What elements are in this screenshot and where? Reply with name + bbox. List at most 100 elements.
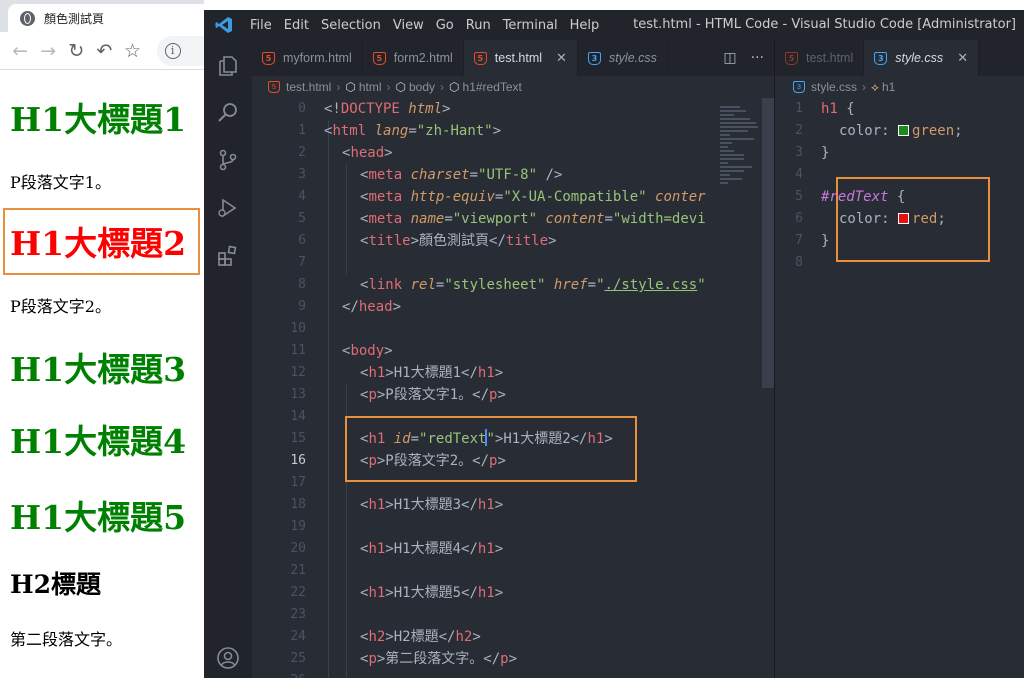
breadcrumb-item[interactable]: body <box>409 80 435 94</box>
highlight-box-browser <box>3 208 200 275</box>
code-line: <p>第二段落文字。</p> <box>360 651 518 667</box>
undo-icon[interactable]: ↶ <box>90 36 118 66</box>
page-heading-h2: H2標題 <box>10 570 102 599</box>
source-control-icon[interactable] <box>216 148 240 172</box>
vscode-titlebar: File Edit Selection View Go Run Terminal… <box>204 10 1024 40</box>
code-line: <!DOCTYPE html> <box>324 101 451 117</box>
line-number: 8 <box>795 255 803 270</box>
line-number: 25 <box>290 651 306 666</box>
line-number: 1 <box>795 101 803 116</box>
code-line: } <box>821 145 830 161</box>
menu-go[interactable]: Go <box>430 18 460 33</box>
browser-tab[interactable]: 顏色測試頁 <box>8 4 204 32</box>
menu-help[interactable]: Help <box>564 18 606 33</box>
chevron-right-icon: › <box>440 80 445 94</box>
color-swatch-green[interactable] <box>898 125 910 136</box>
menu-run[interactable]: Run <box>460 18 497 33</box>
breadcrumb-item[interactable]: test.html <box>286 80 331 94</box>
menu-selection[interactable]: Selection <box>315 18 387 33</box>
tab-style-css[interactable]: 3 style.css <box>578 40 668 76</box>
breadcrumb-item[interactable]: html <box>359 80 382 94</box>
line-number: 26 <box>252 670 306 678</box>
chevron-right-icon: › <box>862 80 867 94</box>
line-number: 4 <box>795 167 803 182</box>
code-line: <h2>H2標題</h2> <box>360 629 481 645</box>
code-line: color: green; <box>839 123 963 139</box>
close-icon[interactable]: ✕ <box>957 50 968 66</box>
vscode-logo-icon <box>204 10 244 40</box>
browser-window: 顏色測試頁 ← → ↻ ↶ ☆ i H1大標題1 P段落文字1。 H1大標題2 … <box>0 0 204 678</box>
browser-toolbar: ← → ↻ ↶ ☆ i <box>0 32 204 70</box>
split-editor-icon[interactable]: ◫ <box>723 50 736 66</box>
tab-label: test.html <box>494 51 543 65</box>
forward-icon[interactable]: → <box>34 36 62 66</box>
line-number: 1 <box>298 123 306 138</box>
menu-edit[interactable]: Edit <box>278 18 315 33</box>
menu-file[interactable]: File <box>244 18 278 33</box>
code-line: <head> <box>342 145 393 161</box>
menu-terminal[interactable]: Terminal <box>497 18 564 33</box>
css-file-icon: 3 <box>587 51 601 65</box>
tab-test-html[interactable]: 5 test.html <box>775 40 865 76</box>
line-number: 8 <box>298 277 306 292</box>
line-number: 6 <box>795 211 803 226</box>
tab-style-css[interactable]: 3 style.css ✕ <box>864 40 980 76</box>
code-line: </head> <box>342 299 402 315</box>
editor-group-left: 5 myform.html 5 form2.html 5 test.html ✕… <box>252 40 774 678</box>
breadcrumb-item[interactable]: style.css <box>811 80 857 94</box>
editor-tabs-left: 5 myform.html 5 form2.html 5 test.html ✕… <box>252 40 774 76</box>
menu-view[interactable]: View <box>387 18 430 33</box>
line-number: 9 <box>298 299 306 314</box>
line-number: 7 <box>298 255 306 270</box>
back-icon[interactable]: ← <box>6 36 34 66</box>
reload-icon[interactable]: ↻ <box>62 36 90 66</box>
run-debug-icon[interactable] <box>216 196 240 220</box>
html-file-icon: 5 <box>268 81 280 93</box>
line-number: 15 <box>290 431 306 446</box>
line-number: 20 <box>290 541 306 556</box>
page-paragraph-2: P段落文字2。 <box>10 297 111 316</box>
editor-group-right: 5 test.html 3 style.css ✕ 3 style.css › … <box>774 40 1024 678</box>
star-icon[interactable]: ☆ <box>119 36 147 66</box>
address-bar[interactable]: i <box>156 35 204 66</box>
line-number: 17 <box>290 475 306 490</box>
close-icon[interactable]: ✕ <box>556 50 567 66</box>
css-file-icon: 3 <box>793 81 805 93</box>
code-line: <h1>H1大標題4</h1> <box>360 541 504 557</box>
breadcrumb-item[interactable]: h1 <box>882 80 895 94</box>
search-icon[interactable] <box>216 100 240 124</box>
tab-myform-html[interactable]: 5 myform.html <box>252 40 363 76</box>
html-file-icon: 5 <box>785 51 798 65</box>
page-heading-4: H1大標題4 <box>10 422 187 461</box>
indent-guide <box>346 164 347 274</box>
page-paragraph-3: 第二段落文字。 <box>10 630 123 649</box>
code-line: <meta name="viewport" content="width=dev… <box>360 211 706 227</box>
symbol-icon: ⟡ <box>871 79 879 94</box>
page-paragraph-1: P段落文字1。 <box>10 173 111 192</box>
vertical-scrollbar[interactable] <box>762 98 774 388</box>
line-number: 0 <box>298 101 306 116</box>
code-line: <meta http-equiv="X-UA-Compatible" conte… <box>360 189 706 205</box>
code-line: <h1>H1大標題1</h1> <box>360 365 504 381</box>
code-line: <meta charset="UTF-8" /> <box>360 167 563 183</box>
symbol-icon: ⬡ <box>395 80 406 94</box>
line-number: 4 <box>298 189 306 204</box>
code-line: <h1>H1大標題5</h1> <box>360 585 504 601</box>
line-number: 3 <box>298 167 306 182</box>
minimap[interactable] <box>720 106 762 196</box>
highlight-box-css <box>836 177 990 262</box>
html-file-icon: 5 <box>473 51 487 65</box>
tab-test-html[interactable]: 5 test.html ✕ <box>463 40 578 76</box>
more-actions-icon[interactable]: ··· <box>751 50 764 66</box>
line-number: 2 <box>298 145 306 160</box>
info-icon[interactable]: i <box>164 42 181 59</box>
editor-actions: ◫ ··· <box>723 40 774 76</box>
extensions-icon[interactable] <box>216 244 240 268</box>
breadcrumb-item[interactable]: h1#redText <box>463 80 522 94</box>
line-number: 14 <box>290 409 306 424</box>
account-icon[interactable] <box>216 646 240 670</box>
page-heading-3: H1大標題3 <box>10 350 187 389</box>
explorer-icon[interactable] <box>216 54 240 78</box>
tab-form2-html[interactable]: 5 form2.html <box>363 40 464 76</box>
line-number: 24 <box>290 629 306 644</box>
